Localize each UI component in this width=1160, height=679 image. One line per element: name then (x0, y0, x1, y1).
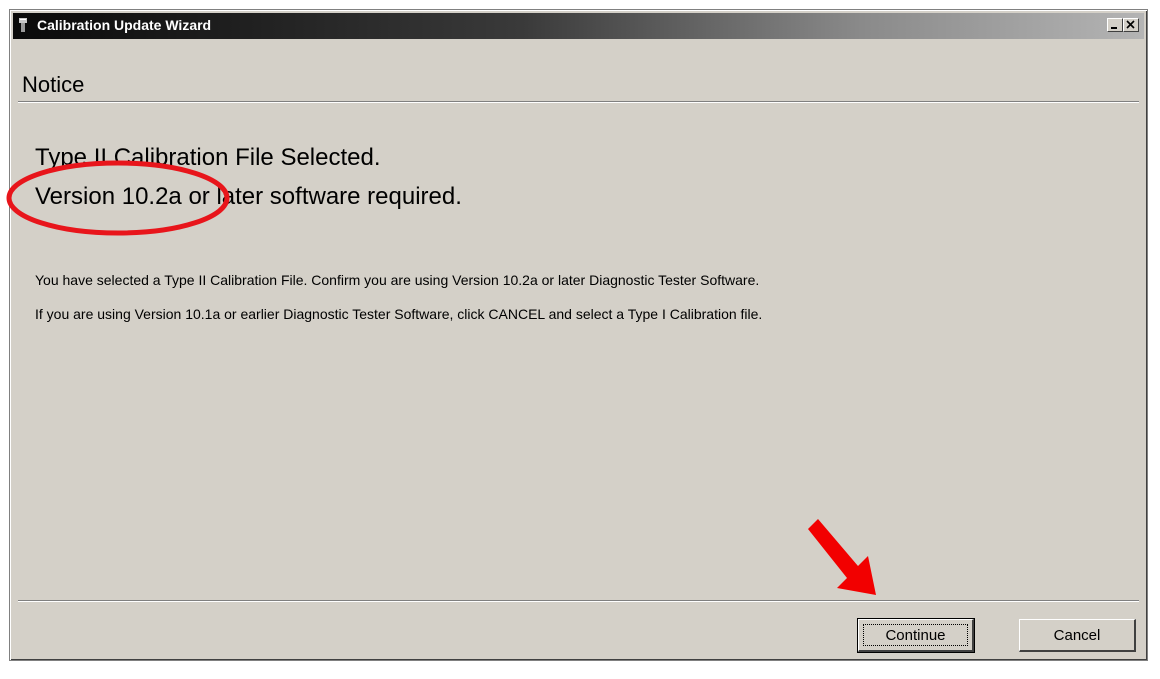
annotation-overlay (6, 160, 876, 595)
pointer-arrow (808, 519, 876, 595)
highlight-circle (6, 160, 230, 236)
